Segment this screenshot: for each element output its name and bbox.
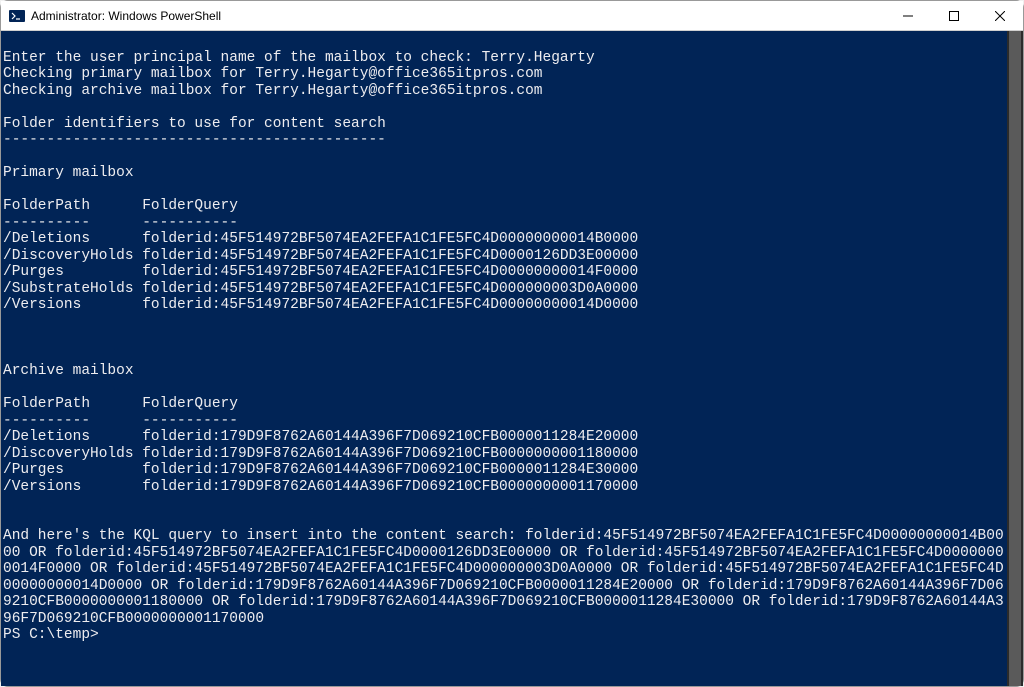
minimize-button[interactable] bbox=[885, 1, 931, 30]
ps-prompt: PS C:\temp> bbox=[3, 627, 99, 643]
section-title: Archive mailbox bbox=[3, 363, 134, 379]
titlebar[interactable]: Administrator: Windows PowerShell bbox=[1, 1, 1023, 31]
table-row: /DiscoveryHolds folderid:45F514972BF5074… bbox=[3, 248, 638, 264]
table-row: /Purges folderid:179D9F8762A60144A396F7D… bbox=[3, 462, 638, 478]
terminal-pane[interactable]: Enter the user principal name of the mai… bbox=[1, 31, 1023, 686]
close-button[interactable] bbox=[977, 1, 1023, 30]
table-header: FolderPath FolderQuery bbox=[3, 396, 238, 412]
kql-output: And here's the KQL query to insert into … bbox=[3, 528, 1004, 627]
table-row: /Deletions folderid:179D9F8762A60144A396… bbox=[3, 429, 638, 445]
output-line: Checking primary mailbox for Terry.Hegar… bbox=[3, 66, 543, 82]
maximize-button[interactable] bbox=[931, 1, 977, 30]
output-line: Checking archive mailbox for Terry.Hegar… bbox=[3, 83, 543, 99]
table-header-sep: ---------- ----------- bbox=[3, 413, 238, 429]
table-header: FolderPath FolderQuery bbox=[3, 198, 238, 214]
table-row: /SubstrateHolds folderid:45F514972BF5074… bbox=[3, 281, 638, 297]
output-line: Folder identifiers to use for content se… bbox=[3, 116, 386, 132]
scrollbar[interactable] bbox=[1007, 31, 1023, 686]
table-row: /DiscoveryHolds folderid:179D9F8762A6014… bbox=[3, 446, 638, 462]
window-title: Administrator: Windows PowerShell bbox=[31, 9, 885, 23]
terminal-content: Enter the user principal name of the mai… bbox=[3, 50, 1023, 644]
powershell-icon bbox=[9, 8, 25, 24]
section-title: Primary mailbox bbox=[3, 165, 134, 181]
table-row: /Versions folderid:45F514972BF5074EA2FEF… bbox=[3, 297, 638, 313]
table-row: /Purges folderid:45F514972BF5074EA2FEFA1… bbox=[3, 264, 638, 280]
window-controls bbox=[885, 1, 1023, 30]
scrollbar-thumb[interactable] bbox=[1009, 31, 1021, 686]
table-row: /Deletions folderid:45F514972BF5074EA2FE… bbox=[3, 231, 638, 247]
output-line: ----------------------------------------… bbox=[3, 132, 386, 148]
output-line: Enter the user principal name of the mai… bbox=[3, 50, 595, 66]
table-header-sep: ---------- ----------- bbox=[3, 215, 238, 231]
table-row: /Versions folderid:179D9F8762A60144A396F… bbox=[3, 479, 638, 495]
